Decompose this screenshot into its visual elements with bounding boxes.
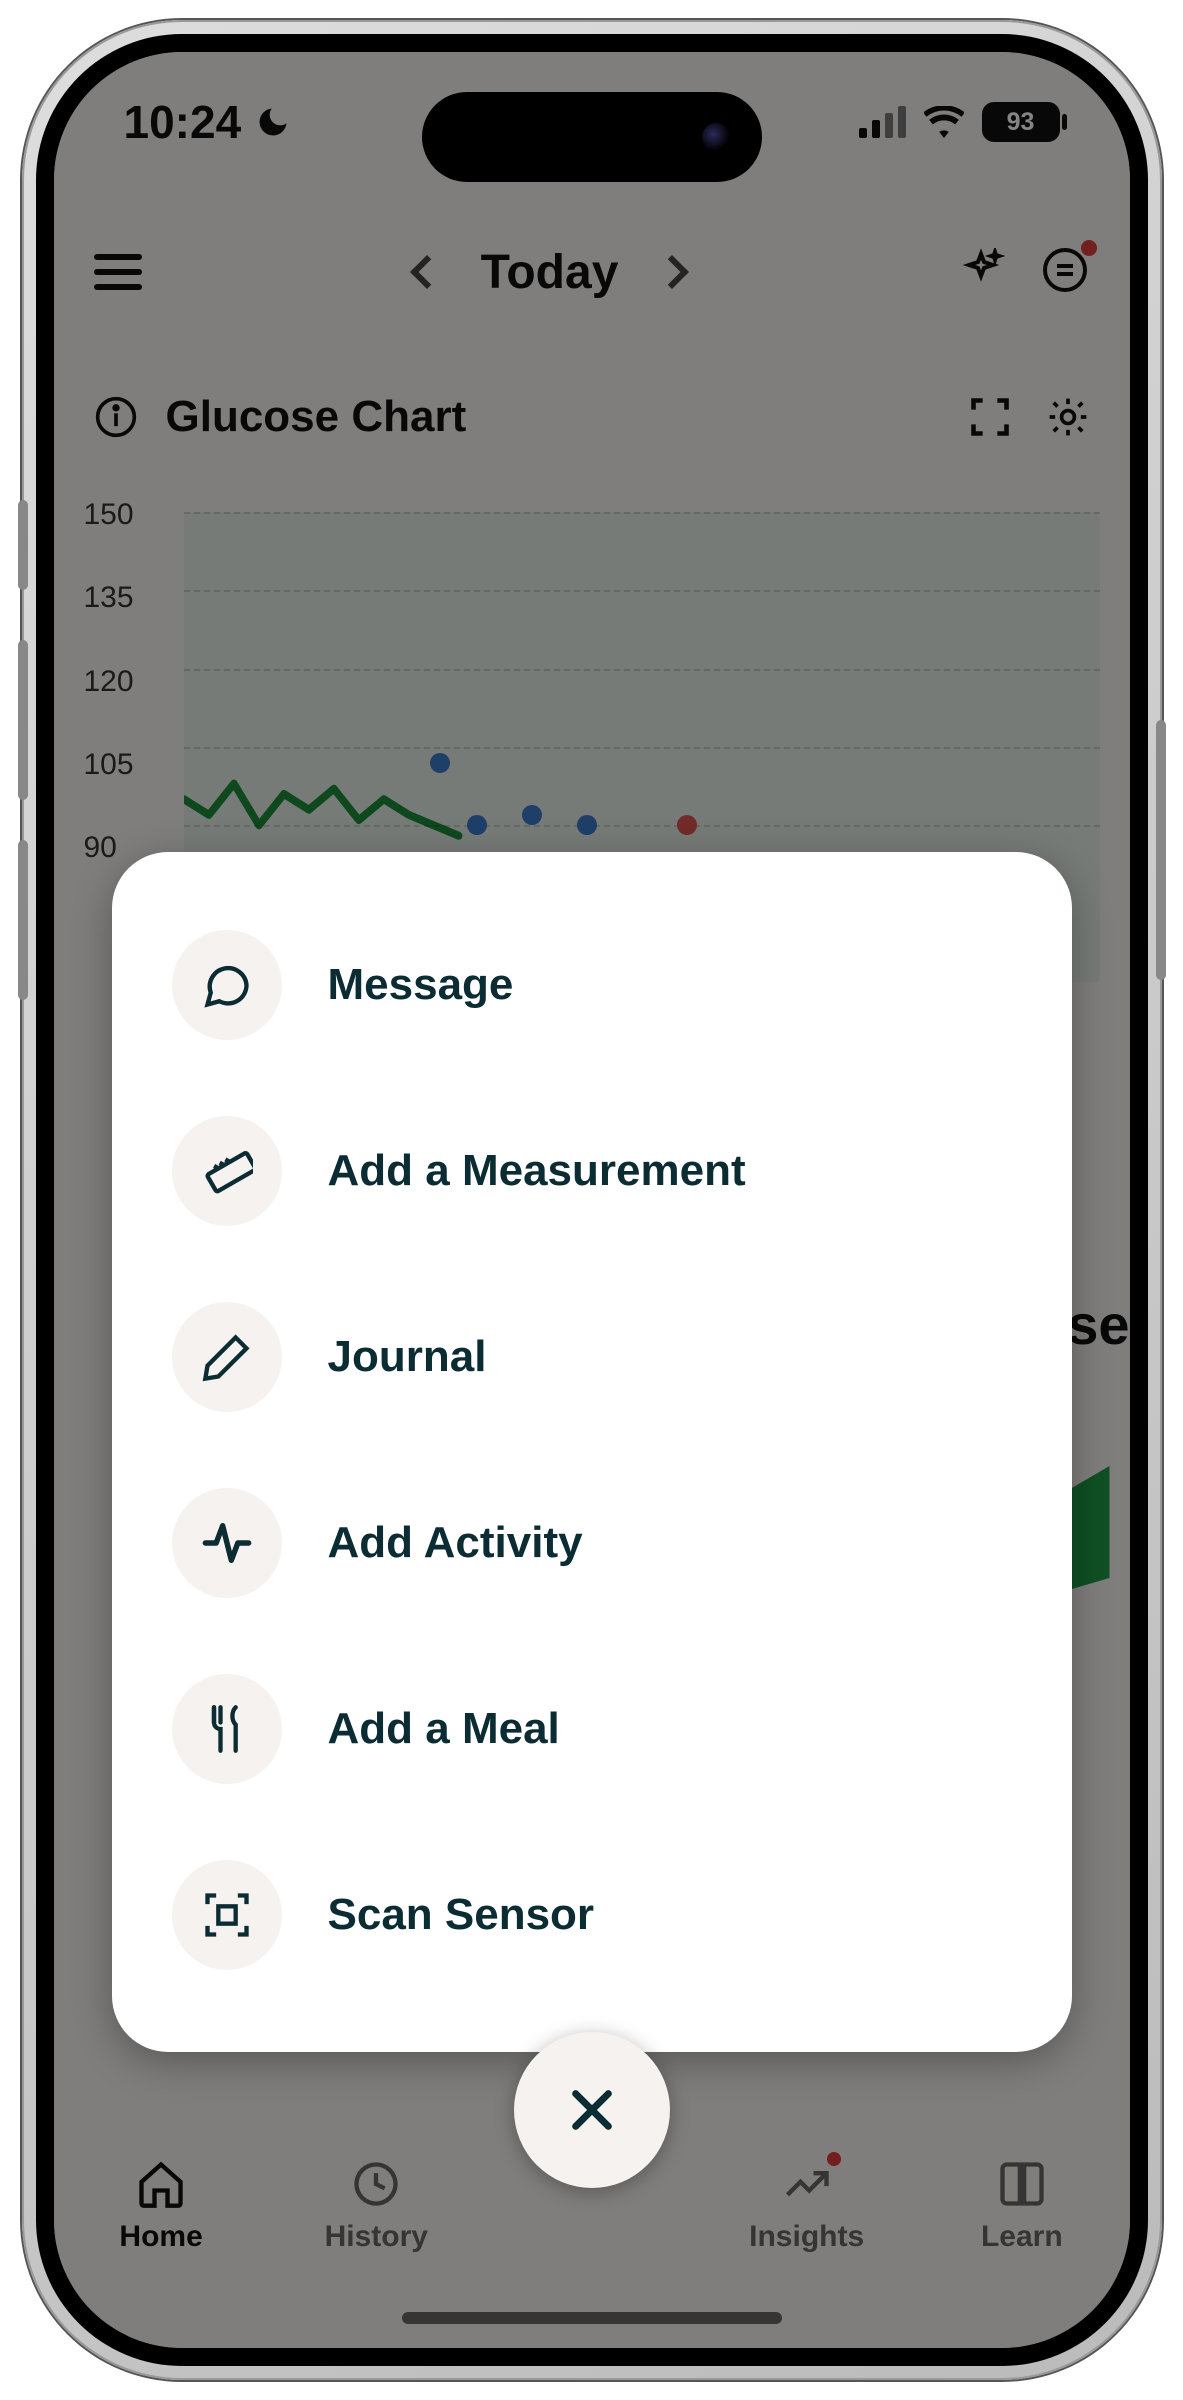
action-sheet: Message Add a Measurement Journal Add Activ…: [112, 852, 1072, 2052]
close-sheet-button[interactable]: [514, 2032, 670, 2188]
power-button: [1156, 720, 1166, 980]
close-icon: [564, 2082, 620, 2138]
volume-down-button: [18, 840, 28, 1000]
sheet-item-label: Add a Meal: [328, 1704, 560, 1754]
scan-icon: [172, 1860, 282, 1970]
chat-bubble-icon: [172, 930, 282, 1040]
utensils-icon: [172, 1674, 282, 1784]
phone-screen: 10:24 93: [54, 52, 1130, 2348]
phone-frame: 10:24 93: [22, 20, 1162, 2380]
pencil-icon: [172, 1302, 282, 1412]
sheet-item-label: Message: [328, 960, 514, 1010]
activity-icon: [172, 1488, 282, 1598]
sheet-item-activity[interactable]: Add Activity: [172, 1450, 1012, 1636]
sheet-item-label: Scan Sensor: [328, 1890, 595, 1940]
sheet-item-scan[interactable]: Scan Sensor: [172, 1822, 1012, 2008]
sheet-item-journal[interactable]: Journal: [172, 1264, 1012, 1450]
sheet-item-message[interactable]: Message: [172, 892, 1012, 1078]
sheet-item-label: Add a Measurement: [328, 1146, 746, 1196]
sheet-item-meal[interactable]: Add a Meal: [172, 1636, 1012, 1822]
sheet-item-measurement[interactable]: Add a Measurement: [172, 1078, 1012, 1264]
sheet-item-label: Add Activity: [328, 1518, 583, 1568]
dynamic-island: [422, 92, 762, 182]
volume-up-button: [18, 640, 28, 800]
silent-switch: [18, 500, 28, 590]
sheet-item-label: Journal: [328, 1332, 487, 1382]
ruler-icon: [172, 1116, 282, 1226]
